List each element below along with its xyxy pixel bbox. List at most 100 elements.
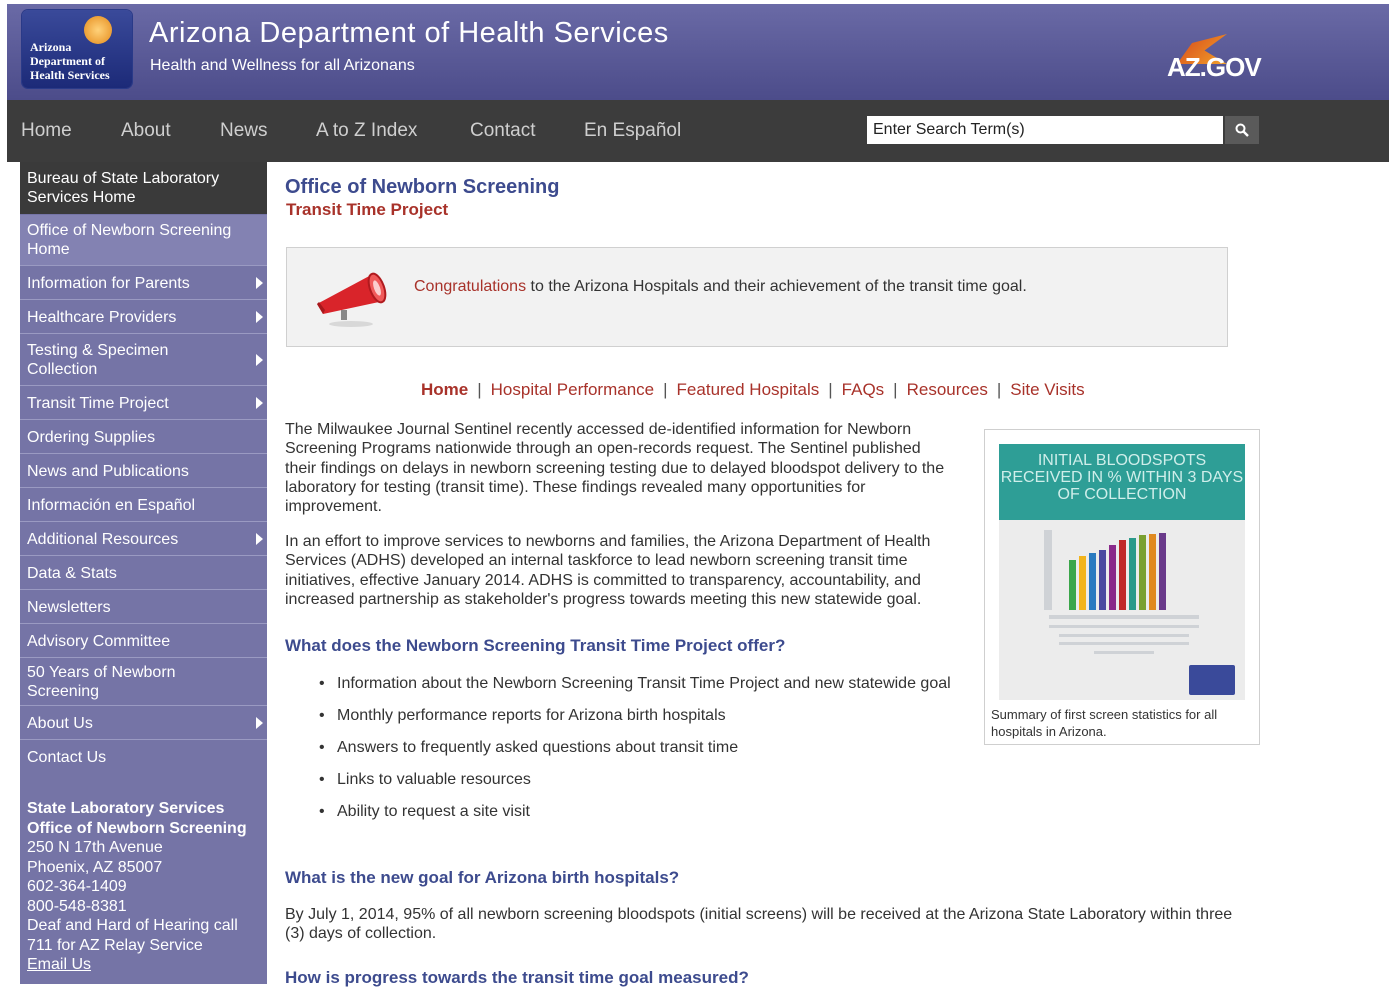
sidebar-item-label: Transit Time Project xyxy=(27,394,169,412)
sidebar-item-news-publications[interactable]: News and Publications xyxy=(20,455,267,488)
sidebar-item-label: 50 Years of Newborn Screening xyxy=(27,664,176,700)
subnav-featured-hospitals[interactable]: Featured Hospitals xyxy=(677,380,820,399)
sidebar-item-label: Information for Parents xyxy=(27,274,190,292)
sidebar: Bureau of State Laboratory Services Home… xyxy=(20,162,267,984)
sidebar-item-label: Newsletters xyxy=(27,598,111,616)
announcement-rest: to the Arizona Hospitals and their achie… xyxy=(526,278,1027,295)
sidebar-item-newborn-screening-home[interactable]: Office of Newborn Screening Home xyxy=(20,215,267,266)
sidebar-item-about-us[interactable]: About Us xyxy=(20,707,267,740)
sidebar-item-newsletters[interactable]: Newsletters xyxy=(20,591,267,624)
contact-office: Office of Newborn Screening xyxy=(27,819,247,837)
sidebar-item-testing-specimen-collection[interactable]: Testing & Specimen Collection xyxy=(20,335,267,386)
contact-relay-line: 711 for AZ Relay Service xyxy=(27,936,203,954)
nav-a-to-z-index[interactable]: A to Z Index xyxy=(316,120,417,142)
sidebar-item-information-for-parents[interactable]: Information for Parents xyxy=(20,267,267,300)
sidebar-item-label: Información en Español xyxy=(27,496,196,514)
contact-city-line: Phoenix, AZ 85007 xyxy=(27,858,163,876)
congratulations-link[interactable]: Congratulations xyxy=(414,278,526,295)
chevron-right-icon xyxy=(256,533,263,545)
list-item: Ability to request a site visit xyxy=(319,802,959,821)
infographic-image: INITIAL BLOODSPOTS RECEIVED IN % WITHIN … xyxy=(999,444,1245,700)
logo-line: Arizona xyxy=(30,40,72,54)
subnav-site-visits[interactable]: Site Visits xyxy=(1010,380,1084,399)
section-subnav: Home | Hospital Performance | Featured Hospi… xyxy=(421,380,1085,400)
nav-contact[interactable]: Contact xyxy=(470,120,535,142)
contact-org: State Laboratory Services xyxy=(27,800,225,817)
sidebar-item-data-stats[interactable]: Data & Stats xyxy=(20,557,267,590)
search-icon xyxy=(1235,123,1249,137)
contact-phone: 602-364-1409 xyxy=(27,878,127,895)
subnav-hospital-performance[interactable]: Hospital Performance xyxy=(491,380,654,399)
nav-home[interactable]: Home xyxy=(21,120,72,142)
sidebar-item-label: Contact Us xyxy=(27,749,107,766)
sidebar-item-label: News and Publications xyxy=(27,462,189,480)
main-content: Office of Newborn Screening Transit Time… xyxy=(285,162,1375,987)
contact-relay-line: Deaf and Hard of Hearing call xyxy=(27,917,238,934)
page-title: Office of Newborn Screening xyxy=(285,176,560,198)
announcement-text: Congratulations to the Arizona Hospitals… xyxy=(414,278,1027,296)
sidebar-item-ordering-supplies[interactable]: Ordering Supplies xyxy=(20,421,267,454)
logo-line: Health Services xyxy=(30,68,110,82)
contact-phone-tollfree: 800-548-8381 xyxy=(27,897,127,915)
infographic-heading: INITIAL BLOODSPOTS RECEIVED IN % WITHIN … xyxy=(999,444,1245,520)
sidebar-item-bureau-home[interactable]: Bureau of State Laboratory Services Home xyxy=(20,162,267,214)
question-heading: How is progress towards the transit time… xyxy=(285,968,749,987)
search-input[interactable] xyxy=(867,116,1223,144)
subnav-separator: | xyxy=(477,380,482,399)
subnav-separator: | xyxy=(893,380,898,399)
subnav-resources[interactable]: Resources xyxy=(907,380,988,399)
adhs-logo[interactable]: Arizona Department of Health Services xyxy=(22,10,132,88)
infographic-chart-graphic xyxy=(1044,530,1235,695)
sun-icon xyxy=(84,16,112,44)
infographic-figure[interactable]: INITIAL BLOODSPOTS RECEIVED IN % WITHIN … xyxy=(984,429,1260,745)
question-heading: What does the Newborn Screening Transit … xyxy=(285,636,786,655)
sidebar-item-label: About Us xyxy=(27,714,93,732)
nav-news[interactable]: News xyxy=(220,120,268,142)
chevron-right-icon xyxy=(256,311,263,323)
site-tagline: Health and Wellness for all Arizonans xyxy=(150,57,415,74)
offer-list: Information about the Newborn Screening … xyxy=(319,674,959,834)
question-heading: What is the new goal for Arizona birth h… xyxy=(285,868,680,887)
site-header: Arizona Department of Health Services Ar… xyxy=(7,4,1389,100)
infographic-caption: Summary of first screen statistics for a… xyxy=(991,707,1218,739)
chevron-right-icon xyxy=(256,717,263,729)
subnav-separator: | xyxy=(663,380,668,399)
site-title: Arizona Department of Health Services xyxy=(149,17,669,49)
chevron-right-icon xyxy=(256,354,263,366)
azgov-text: AZ.GOV xyxy=(1167,52,1262,82)
sidebar-item-label: Healthcare Providers xyxy=(27,308,177,326)
sidebar-item-label: Testing & Specimen Collection xyxy=(27,342,169,378)
sidebar-item-label: Data & Stats xyxy=(27,564,117,582)
sidebar-item-contact-us[interactable]: Contact Us xyxy=(20,741,267,774)
logo-line: Department of xyxy=(30,54,105,68)
list-item: Answers to frequently asked questions ab… xyxy=(319,738,959,757)
sidebar-item-label: Office of Newborn Screening Home xyxy=(27,222,232,258)
page-subtitle: Transit Time Project xyxy=(286,200,449,219)
main-nav: Home About News A to Z Index Contact En … xyxy=(7,100,1389,162)
intro-paragraph: The Milwaukee Journal Sentinel recently … xyxy=(285,421,945,516)
nav-about[interactable]: About xyxy=(121,120,171,142)
list-item: Information about the Newborn Screening … xyxy=(319,674,959,693)
list-item: Links to valuable resources xyxy=(319,770,959,789)
search-button[interactable] xyxy=(1225,116,1259,144)
sidebar-item-label: Advisory Committee xyxy=(27,632,171,650)
subnav-home[interactable]: Home xyxy=(421,380,468,399)
subnav-separator: | xyxy=(828,380,833,399)
nav-en-espanol[interactable]: En Español xyxy=(584,120,681,142)
contact-address-line: 250 N 17th Avenue xyxy=(27,839,163,856)
chevron-right-icon xyxy=(256,277,263,289)
subnav-faqs[interactable]: FAQs xyxy=(842,380,885,399)
sidebar-item-advisory-committee[interactable]: Advisory Committee xyxy=(20,625,267,658)
azgov-logo[interactable]: AZ.GOV xyxy=(1165,32,1265,92)
sidebar-item-informacion-espanol[interactable]: Información en Español xyxy=(20,489,267,522)
sidebar-item-label: Ordering Supplies xyxy=(27,428,156,446)
subnav-separator: | xyxy=(996,380,1002,399)
goal-paragraph: By July 1, 2014, 95% of all newborn scre… xyxy=(285,906,1233,943)
email-us-link[interactable]: Email Us xyxy=(27,955,247,975)
announcement-box: Congratulations to the Arizona Hospitals… xyxy=(286,247,1228,347)
sidebar-item-additional-resources[interactable]: Additional Resources xyxy=(20,523,267,556)
sidebar-item-healthcare-providers[interactable]: Healthcare Providers xyxy=(20,301,267,334)
sidebar-item-transit-time-project[interactable]: Transit Time Project xyxy=(20,387,267,420)
sidebar-item-50-years[interactable]: 50 Years of Newborn Screening xyxy=(20,659,267,706)
list-item: Monthly performance reports for Arizona … xyxy=(319,706,959,725)
